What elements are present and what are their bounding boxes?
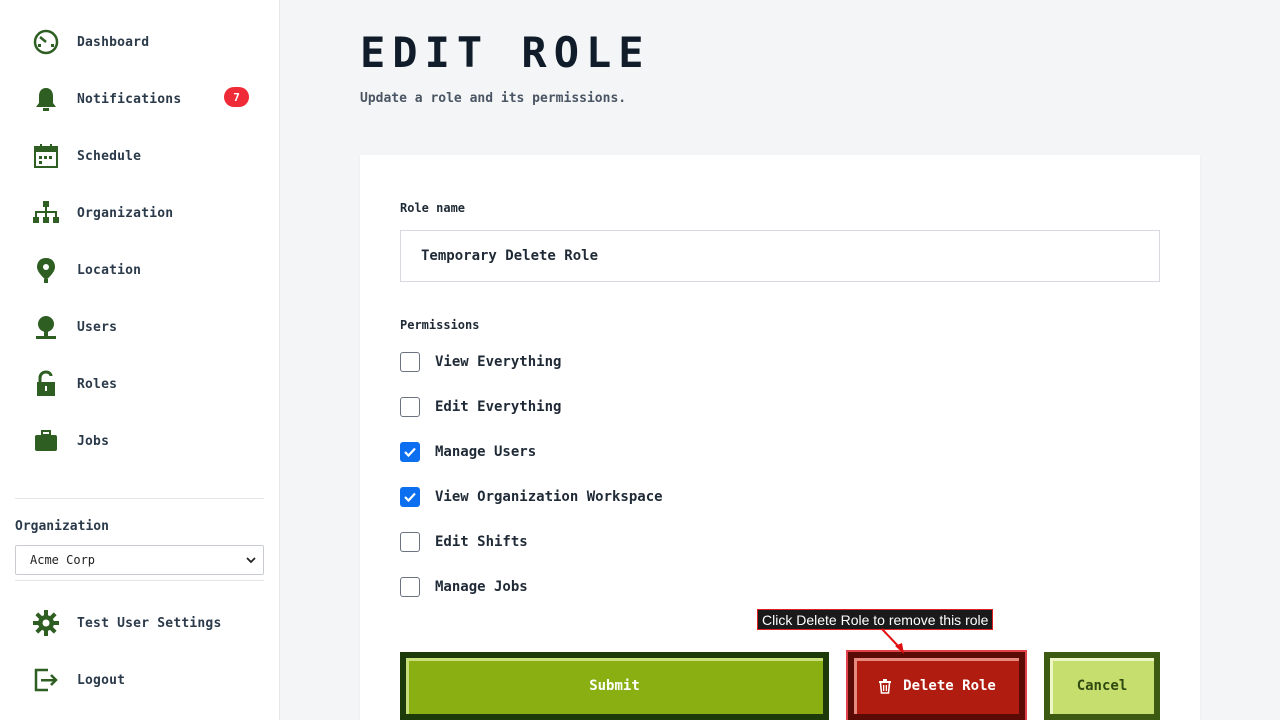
permissions-label: Permissions bbox=[400, 318, 480, 332]
permission-label: Manage Jobs bbox=[435, 579, 528, 595]
calendar-icon bbox=[30, 140, 62, 172]
checkbox-checked[interactable] bbox=[400, 442, 420, 462]
checkbox[interactable] bbox=[400, 352, 420, 372]
delete-role-label: Delete Role bbox=[903, 678, 996, 694]
page-subtitle: Update a role and its permissions. bbox=[360, 91, 627, 106]
permission-label: View Everything bbox=[435, 354, 562, 370]
permission-view-organization-workspace[interactable]: View Organization Workspace bbox=[400, 486, 663, 508]
partial-icon bbox=[30, 482, 62, 492]
role-name-label: Role name bbox=[400, 201, 466, 215]
cancel-button[interactable]: Cancel bbox=[1044, 652, 1160, 720]
permission-view-everything[interactable]: View Everything bbox=[400, 351, 561, 373]
permission-label: View Organization Workspace bbox=[435, 489, 663, 505]
test-user-settings-link[interactable]: Test User Settings bbox=[30, 603, 260, 643]
permission-label: Manage Users bbox=[435, 444, 537, 460]
sidebar-item-label: Users bbox=[77, 319, 118, 335]
location-pin-icon bbox=[30, 254, 62, 286]
sidebar: Dashboard Notifications 7 Schedule Organ… bbox=[0, 0, 280, 720]
submit-button[interactable]: Submit bbox=[400, 652, 829, 720]
sidebar-item-label: Dashboard bbox=[77, 34, 150, 50]
permission-label: Edit Everything bbox=[435, 399, 562, 415]
sidebar-item-roles[interactable]: Roles bbox=[30, 364, 260, 404]
notification-badge: 7 bbox=[224, 87, 249, 107]
checkbox[interactable] bbox=[400, 397, 420, 417]
instruction-tooltip: Click Delete Role to remove this role bbox=[757, 609, 994, 630]
checkbox[interactable] bbox=[400, 577, 420, 597]
page-title: EDIT ROLE bbox=[360, 28, 651, 77]
organization-selected-value: Acme Corp bbox=[30, 553, 96, 567]
sidebar-item-notifications[interactable]: Notifications 7 bbox=[30, 79, 260, 119]
sidebar-item-jobs[interactable]: Jobs bbox=[30, 421, 260, 461]
organization-label: Organization bbox=[15, 519, 109, 534]
sidebar-nav: Dashboard Notifications 7 Schedule Organ… bbox=[0, 0, 280, 492]
logout-icon bbox=[30, 664, 62, 696]
logout-link[interactable]: Logout bbox=[30, 660, 260, 700]
sidebar-divider bbox=[15, 580, 264, 581]
sidebar-item-label: Roles bbox=[77, 376, 118, 392]
lock-icon bbox=[30, 368, 62, 400]
bell-icon bbox=[30, 83, 62, 115]
org-chart-icon bbox=[30, 197, 62, 229]
edit-role-form: Role name Permissions View Everything Ed… bbox=[360, 155, 1200, 720]
organization-select[interactable]: Acme Corp bbox=[15, 545, 264, 575]
briefcase-icon bbox=[30, 425, 62, 457]
sidebar-item-users[interactable]: Users bbox=[30, 307, 260, 347]
logout-label: Logout bbox=[77, 672, 126, 688]
gear-icon bbox=[30, 607, 62, 639]
sidebar-item-label: Organization bbox=[77, 205, 174, 221]
sidebar-item-schedule[interactable]: Schedule bbox=[30, 136, 260, 176]
checkmark-icon bbox=[404, 492, 416, 503]
user-icon bbox=[30, 311, 62, 343]
checkbox[interactable] bbox=[400, 532, 420, 552]
dashboard-icon bbox=[30, 26, 62, 58]
delete-role-button[interactable]: Delete Role bbox=[846, 650, 1027, 720]
role-name-input[interactable] bbox=[400, 230, 1160, 282]
sidebar-item-label: Location bbox=[77, 262, 142, 278]
trash-icon bbox=[879, 679, 892, 694]
settings-label: Test User Settings bbox=[77, 615, 222, 631]
permission-manage-users[interactable]: Manage Users bbox=[400, 441, 536, 463]
sidebar-item-partial bbox=[30, 478, 260, 492]
sidebar-item-label: Schedule bbox=[77, 148, 142, 164]
sidebar-item-label: Jobs bbox=[77, 433, 110, 449]
sidebar-divider bbox=[15, 498, 264, 499]
permission-edit-everything[interactable]: Edit Everything bbox=[400, 396, 561, 418]
sidebar-item-location[interactable]: Location bbox=[30, 250, 260, 290]
sidebar-item-label: Notifications bbox=[77, 91, 182, 107]
permission-label: Edit Shifts bbox=[435, 534, 528, 550]
permission-manage-jobs[interactable]: Manage Jobs bbox=[400, 576, 528, 598]
checkbox-checked[interactable] bbox=[400, 487, 420, 507]
pointer-arrow-icon bbox=[881, 628, 904, 654]
chevron-down-icon bbox=[246, 557, 256, 564]
checkmark-icon bbox=[404, 447, 416, 458]
sidebar-item-dashboard[interactable]: Dashboard bbox=[30, 22, 260, 62]
permission-edit-shifts[interactable]: Edit Shifts bbox=[400, 531, 528, 553]
sidebar-item-organization[interactable]: Organization bbox=[30, 193, 260, 233]
